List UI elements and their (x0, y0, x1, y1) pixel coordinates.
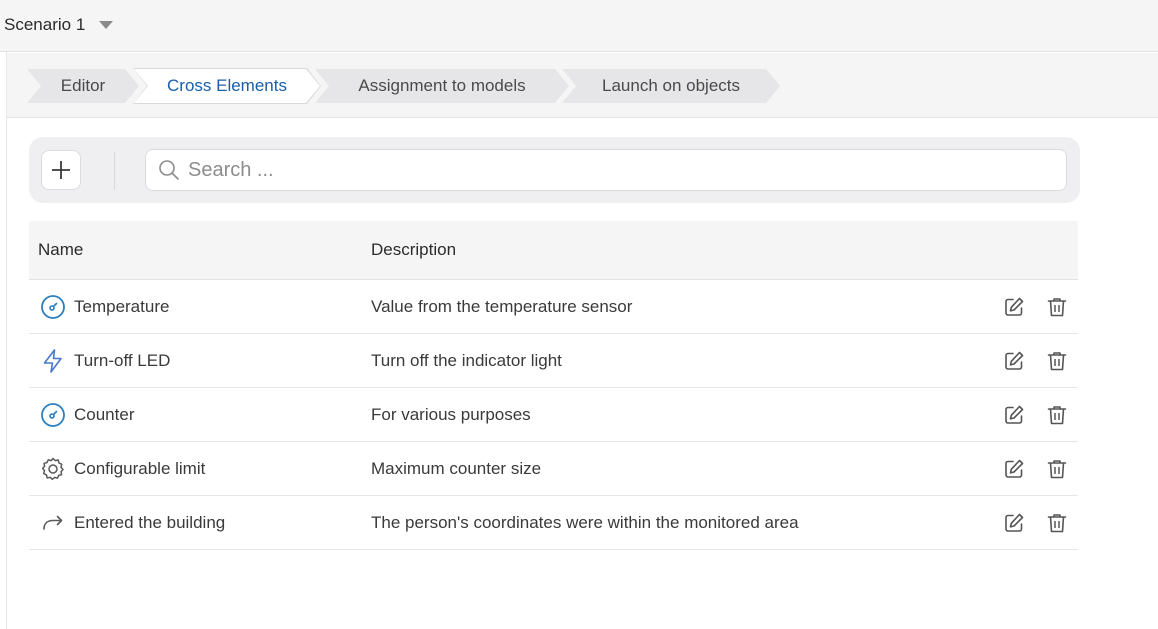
table-row[interactable]: Turn-off LED Turn off the indicator light (29, 334, 1078, 388)
trash-icon[interactable] (1046, 512, 1068, 534)
add-button[interactable] (41, 150, 81, 190)
edit-icon[interactable] (1003, 458, 1025, 480)
scenario-title: Scenario 1 (4, 15, 86, 34)
tab-editor[interactable]: Editor (27, 69, 139, 103)
tabs-bar: Editor Cross Elements Assignment to mode… (7, 53, 1158, 118)
trash-icon[interactable] (1046, 350, 1068, 372)
trash-icon[interactable] (1046, 404, 1068, 426)
caret-down-icon[interactable] (99, 21, 114, 29)
table-header: Name Description (29, 221, 1078, 280)
tab-launch-on-objects[interactable]: Launch on objects (562, 69, 780, 103)
search-input[interactable] (186, 157, 1050, 183)
toolbar (29, 137, 1080, 203)
tab-cross-elements[interactable]: Cross Elements (134, 69, 320, 103)
row-name-cell: Turn-off LED (40, 334, 170, 388)
row-name: Counter (74, 405, 135, 424)
elements-table: Name Description Temperature Value from t… (29, 221, 1078, 550)
row-name: Configurable limit (74, 459, 206, 478)
table-row[interactable]: Configurable limit Maximum counter size (29, 442, 1078, 496)
table-row[interactable]: Entered the building The person's coordin… (29, 496, 1078, 550)
tab-label: Launch on objects (602, 76, 740, 95)
search-box[interactable] (145, 149, 1067, 191)
left-divider (6, 52, 7, 629)
edit-icon[interactable] (1003, 404, 1025, 426)
top-bar: Scenario 1 (0, 0, 1158, 52)
table-row[interactable]: Counter For various purposes (29, 388, 1078, 442)
row-description: For various purposes (371, 405, 531, 424)
table-row[interactable]: Temperature Value from the temperature se… (29, 280, 1078, 334)
row-name: Entered the building (74, 513, 226, 532)
scenario-selector[interactable]: Scenario 1 (4, 15, 114, 35)
tab-label: Cross Elements (167, 76, 287, 95)
lightning-icon (40, 348, 66, 374)
redirect-arrow-icon (40, 510, 66, 536)
gauge-icon (40, 294, 66, 320)
toolbar-divider (114, 152, 115, 190)
column-header-description[interactable]: Description (371, 240, 456, 260)
plus-icon (52, 161, 70, 179)
gear-icon (40, 456, 66, 482)
row-name-cell: Entered the building (40, 496, 225, 550)
row-name: Temperature (74, 297, 170, 316)
row-description: Value from the temperature sensor (371, 297, 633, 316)
tab-label: Assignment to models (358, 76, 526, 95)
edit-icon[interactable] (1003, 296, 1025, 318)
row-name-cell: Configurable limit (40, 442, 205, 496)
trash-icon[interactable] (1046, 296, 1068, 318)
row-name-cell: Counter (40, 388, 134, 442)
column-header-name[interactable]: Name (38, 240, 83, 260)
row-name: Turn-off LED (74, 351, 171, 370)
tab-label: Editor (60, 76, 106, 95)
edit-icon[interactable] (1003, 512, 1025, 534)
row-name-cell: Temperature (40, 280, 169, 334)
row-description: Maximum counter size (371, 459, 542, 478)
row-description: The person's coordinates were within the… (371, 513, 799, 532)
row-description: Turn off the indicator light (371, 351, 562, 370)
tab-assignment-to-models[interactable]: Assignment to models (315, 69, 569, 103)
gauge-icon (40, 402, 66, 428)
edit-icon[interactable] (1003, 350, 1025, 372)
search-icon (158, 159, 180, 181)
trash-icon[interactable] (1046, 458, 1068, 480)
